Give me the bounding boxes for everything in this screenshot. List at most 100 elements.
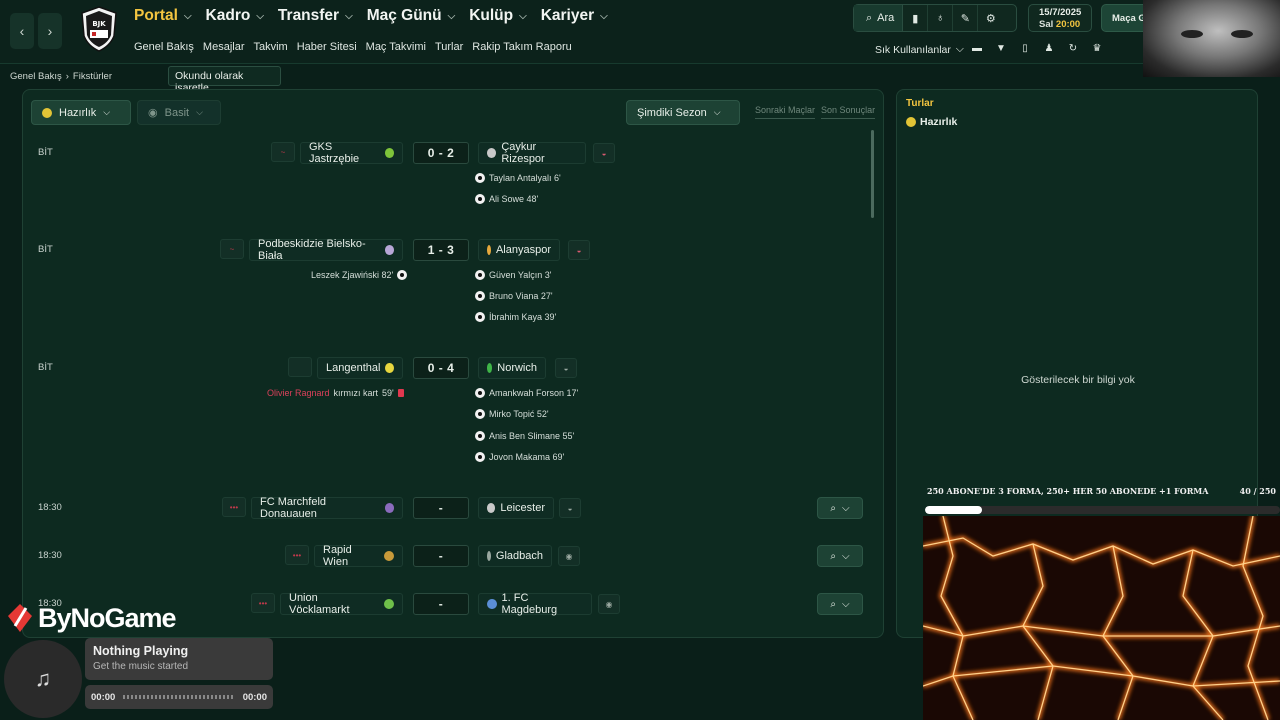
away-team[interactable]: 1. FC Magdeburg: [478, 592, 592, 616]
ball-icon: [475, 194, 485, 204]
ball-icon: [475, 452, 485, 462]
goal-event: Anis Ben Slimane 55': [475, 431, 574, 441]
table-row[interactable]: BİT ~ GKS Jastrzębie 0 - 2 Çaykur Rizesp…: [23, 141, 883, 165]
match-score[interactable]: 1 - 3: [413, 239, 469, 261]
table-row[interactable]: 18:30 ••• Rapid Wien - Gladbach ◉ ⌕ ⌵: [23, 544, 883, 568]
match-details-button[interactable]: ⌕ ⌵: [817, 497, 863, 519]
away-team[interactable]: Gladbach: [478, 545, 552, 567]
clipboard-icon[interactable]: ▯: [1018, 41, 1032, 55]
chat-icon[interactable]: ▬: [970, 41, 984, 55]
goal-event: Ali Sowe 48': [475, 194, 538, 204]
nav-kulup-label: Kulüp: [469, 7, 514, 24]
match-details-button[interactable]: ⌕ ⌵: [817, 545, 863, 567]
match-status: 18:30: [38, 502, 62, 513]
subnav-mesajlar[interactable]: Mesajlar: [203, 41, 245, 53]
notes-button[interactable]: ✎: [953, 5, 979, 31]
match-details-button[interactable]: ⌕ ⌵: [817, 593, 863, 615]
home-team[interactable]: Union Vöcklamarkt: [280, 592, 403, 616]
music-title: Nothing Playing: [93, 644, 189, 658]
chevron-down-icon: ⌵: [842, 598, 850, 610]
forward-button[interactable]: ›: [38, 13, 62, 49]
match-score[interactable]: 0 - 4: [413, 357, 469, 379]
webcam-overlay: [1143, 0, 1280, 77]
subnav-turlar[interactable]: Turlar: [435, 41, 463, 53]
nav-mac-gunu[interactable]: Maç Günü ⌵: [367, 7, 456, 25]
view-select[interactable]: ◉ Basit ⌵: [137, 100, 221, 125]
home-team[interactable]: Langenthal: [317, 357, 403, 379]
home-team[interactable]: Rapid Wien: [314, 544, 403, 568]
game-date[interactable]: 15/7/2025 Sal 20:00: [1028, 4, 1092, 32]
table-row[interactable]: BİT ~ Podbeskidzie Bielsko-Biała 1 - 3 A…: [23, 238, 883, 262]
match-score[interactable]: -: [413, 497, 469, 519]
chevron-down-icon: ⌵: [955, 43, 964, 55]
now-playing: Nothing Playing Get the music started: [85, 638, 273, 680]
match-score[interactable]: -: [413, 545, 469, 567]
away-team[interactable]: Leicester: [478, 497, 554, 519]
rounds-title: Turlar: [906, 98, 934, 109]
away-team[interactable]: Alanyaspor: [478, 239, 560, 261]
nav-portal[interactable]: Portal ⌵: [134, 7, 192, 25]
home-team[interactable]: GKS Jastrzębie: [300, 141, 403, 165]
away-team-name: Alanyaspor: [495, 244, 551, 256]
subnav-rakip-takim-raporu[interactable]: Rakip Takım Raporu: [472, 41, 571, 53]
goal-text: Jovon Makama 69': [489, 452, 565, 462]
subscriber-count: 40 / 250: [1239, 486, 1276, 496]
club-crest-icon: [384, 148, 394, 158]
nav-mac-gunu-label: Maç Günü: [366, 7, 442, 24]
season-value: Şimdiki Sezon: [637, 106, 707, 119]
away-team[interactable]: Norwich: [478, 357, 546, 379]
nav-kulup[interactable]: Kulüp ⌵: [469, 7, 527, 25]
search-button[interactable]: ⌕ Ara: [854, 5, 904, 31]
favorites-dropdown[interactable]: Sık Kullanılanlar ⌵: [875, 43, 964, 56]
music-note-icon: ♫: [34, 666, 52, 691]
chevron-down-icon: ⌵: [447, 10, 456, 22]
club-logo[interactable]: BJK: [80, 6, 118, 52]
people-icon[interactable]: ♟: [1042, 41, 1056, 55]
shirt-icon[interactable]: ▼: [994, 41, 1008, 55]
competition-select[interactable]: Hazırlık ⌵: [31, 100, 131, 125]
chevron-down-icon: ⌵: [842, 550, 850, 562]
back-button[interactable]: ‹: [10, 13, 34, 49]
music-timeline[interactable]: 00:00 00:00: [85, 685, 273, 709]
away-team-name: Gladbach: [495, 550, 543, 562]
season-select[interactable]: Şimdiki Sezon ⌵: [626, 100, 740, 125]
search-icon: ⌕: [830, 598, 836, 610]
nav-kadro[interactable]: Kadro ⌵: [206, 7, 264, 25]
home-team[interactable]: Podbeskidzie Bielsko-Biała: [249, 238, 403, 262]
music-disc[interactable]: ♫: [4, 640, 82, 718]
match-score[interactable]: 0 - 2: [413, 142, 469, 164]
time-text: 20:00: [1055, 19, 1081, 30]
bookmark-button[interactable]: ▮: [903, 5, 929, 31]
table-row[interactable]: BİT Langenthal 0 - 4 Norwich ◒: [23, 357, 883, 379]
refresh-icon[interactable]: ↻: [1066, 41, 1080, 55]
date-text: 15/7/2025: [1039, 7, 1082, 18]
breadcrumb-item[interactable]: Genel Bakış: [10, 71, 62, 82]
goal-text: Mirko Topić 52': [489, 409, 549, 419]
club-crest-icon: [487, 363, 493, 373]
nav-kadro-label: Kadro: [205, 7, 251, 24]
timeline-track[interactable]: [123, 695, 235, 699]
subnav-mac-takvimi[interactable]: Maç Takvimi: [366, 41, 426, 53]
match-score[interactable]: -: [413, 593, 469, 615]
chevron-down-icon: ⌵: [256, 10, 264, 22]
goal-event: Mirko Topić 52': [475, 409, 549, 419]
nav-kariyer[interactable]: Kariyer ⌵: [541, 7, 608, 25]
subnav-takvim[interactable]: Takvim: [254, 41, 288, 53]
goal-event: Leszek Zjawiński 82': [311, 270, 408, 280]
scout-button[interactable]: ♁: [928, 5, 954, 31]
tab-next-matches[interactable]: Sonraki Maçlar: [755, 105, 816, 119]
subnav-genel-bakis[interactable]: Genel Bakış: [134, 41, 194, 53]
settings-button[interactable]: ⚙: [978, 5, 1003, 31]
trophy-icon[interactable]: ♛: [1090, 41, 1104, 55]
home-team[interactable]: FC Marchfeld Donauauen: [251, 496, 403, 520]
ball-icon: [475, 270, 485, 280]
nav-transfer[interactable]: Transfer ⌵: [278, 7, 353, 25]
table-row[interactable]: 18:30 ••• FC Marchfeld Donauauen - Leice…: [23, 496, 883, 520]
home-form-badge: •••: [285, 545, 309, 565]
search-icon: ⌕: [866, 11, 873, 24]
home-form-badge: •••: [222, 497, 246, 517]
tab-recent-results[interactable]: Son Sonuçlar: [821, 105, 876, 119]
time-end: 00:00: [242, 691, 267, 703]
subnav-haber-sitesi[interactable]: Haber Sitesi: [297, 41, 357, 53]
away-team[interactable]: Çaykur Rizespor: [478, 141, 586, 165]
